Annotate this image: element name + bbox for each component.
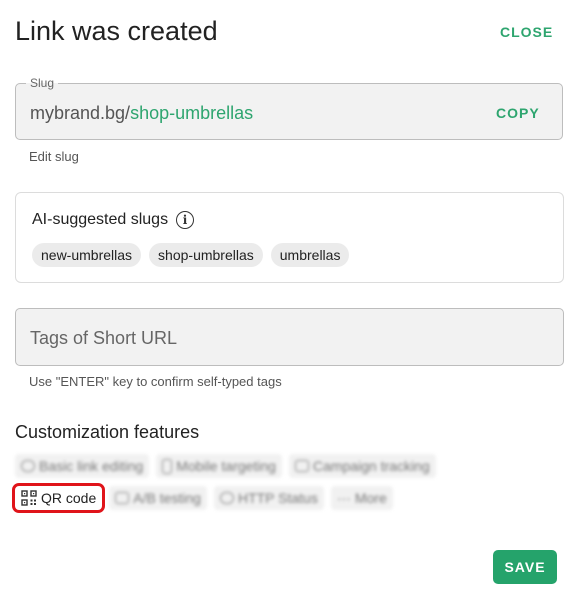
feature-http-status[interactable]: HTTP Status xyxy=(213,486,324,510)
suggestion-chip[interactable]: umbrellas xyxy=(270,243,350,267)
feature-qr-code[interactable]: QR code xyxy=(11,483,106,513)
edit-slug-helper: Edit slug xyxy=(29,149,79,164)
suggestion-chips: new-umbrellas shop-umbrellas umbrellas xyxy=(32,243,350,267)
feature-mobile-targeting[interactable]: Mobile targeting xyxy=(156,454,282,478)
suggestion-chip[interactable]: new-umbrellas xyxy=(32,243,142,267)
qr-code-icon xyxy=(21,490,37,506)
feature-more[interactable]: ··· More xyxy=(330,486,393,510)
suggestion-chip[interactable]: shop-umbrellas xyxy=(149,243,263,267)
megaphone-icon xyxy=(294,460,309,472)
feature-campaign-tracking[interactable]: Campaign tracking xyxy=(288,454,436,478)
mobile-icon xyxy=(162,458,173,474)
feature-row-1: Basic link editing Mobile targeting Camp… xyxy=(15,454,436,478)
http-status-icon xyxy=(219,492,234,504)
ab-testing-icon xyxy=(115,492,130,504)
feature-ab-testing[interactable]: A/B testing xyxy=(109,486,207,510)
close-button[interactable]: CLOSE xyxy=(500,24,553,40)
info-icon[interactable]: i xyxy=(176,211,194,229)
ai-suggestions-card: AI-suggested slugs i new-umbrellas shop-… xyxy=(15,192,564,283)
dialog-title: Link was created xyxy=(15,16,218,46)
slug-legend: Slug xyxy=(26,76,59,90)
slug-domain: mybrand.bg/ xyxy=(30,103,131,123)
link-icon xyxy=(21,460,35,472)
tags-input[interactable]: Tags of Short URL xyxy=(15,308,564,366)
slug-value[interactable]: mybrand.bg/shop-umbrellas xyxy=(30,103,253,124)
copy-button[interactable]: COPY xyxy=(496,105,540,121)
customization-title: Customization features xyxy=(15,422,200,442)
ai-suggestions-title: AI-suggested slugs xyxy=(32,211,169,228)
tags-placeholder: Tags of Short URL xyxy=(30,328,178,348)
feature-basic-link-editing[interactable]: Basic link editing xyxy=(15,454,150,478)
tags-helper: Use "ENTER" key to confirm self-typed ta… xyxy=(29,374,282,389)
slug-text[interactable]: shop-umbrellas xyxy=(130,103,253,123)
more-icon: ··· xyxy=(336,490,351,506)
feature-row-2: QR code A/B testing HTTP Status ··· More xyxy=(11,483,393,513)
save-button[interactable]: SAVE xyxy=(493,550,557,584)
slug-field[interactable]: Slug mybrand.bg/shop-umbrellas COPY xyxy=(15,76,563,140)
qr-code-label: QR code xyxy=(41,490,97,506)
